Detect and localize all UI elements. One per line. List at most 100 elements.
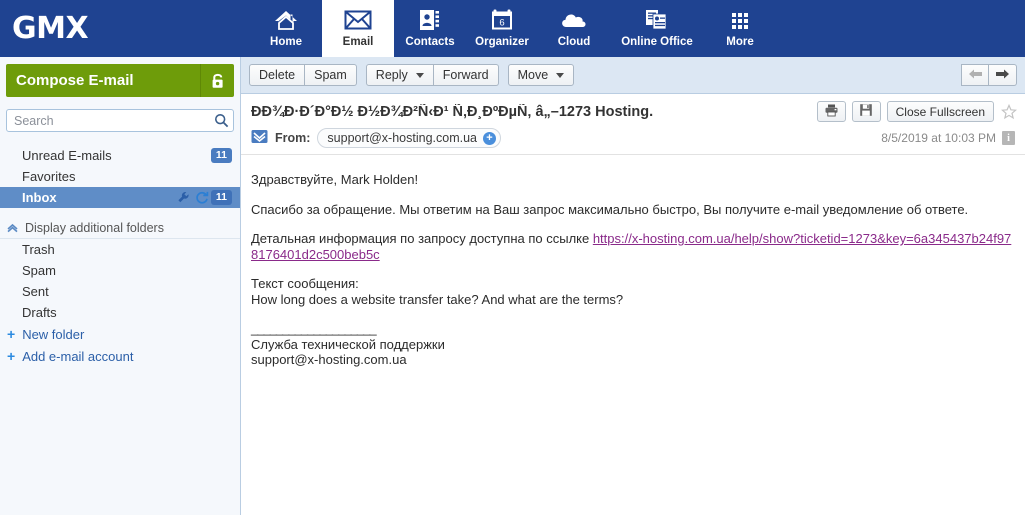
signature-line-1: Служба технической поддержки — [251, 336, 445, 352]
compose-email-button[interactable]: Compose E-mail — [6, 64, 234, 97]
nav-item-cloud[interactable]: Cloud — [538, 0, 610, 57]
add-email-account-button[interactable]: + Add e-mail account — [0, 345, 240, 367]
move-group: Move — [507, 64, 575, 86]
star-outline-icon[interactable] — [1001, 103, 1017, 120]
sidebar-item-trash[interactable]: Trash — [0, 239, 240, 260]
documents-icon — [644, 7, 670, 33]
arrow-right-icon — [995, 68, 1010, 83]
from-address: support@x-hosting.com.ua — [327, 131, 477, 145]
folder-label: Trash — [22, 242, 55, 257]
from-address-pill[interactable]: support@x-hosting.com.ua + — [317, 128, 501, 148]
folder-label: Spam — [22, 263, 56, 278]
nav-label-online-office: Online Office — [621, 36, 693, 48]
delete-spam-group: Delete Spam — [249, 64, 357, 86]
gmx-logo: GMX — [12, 11, 89, 46]
grid-dots-icon — [729, 7, 751, 33]
folder-label: Favorites — [22, 169, 76, 184]
from-label: From: — [275, 131, 311, 145]
sidebar-item-favorites[interactable]: Favorites — [0, 166, 240, 187]
nav-item-contacts[interactable]: Contacts — [394, 0, 466, 57]
svg-text:6: 6 — [499, 18, 504, 29]
folder-label: Unread E-mails — [22, 148, 112, 163]
body-paragraph-2: Детальная информация по запросу доступна… — [251, 231, 1013, 262]
additional-folder-list: Trash Spam Sent Drafts — [0, 239, 240, 323]
save-button[interactable] — [851, 101, 881, 122]
body-message-text: How long does a website transfer take? A… — [251, 291, 624, 307]
logo-area: GMX — [0, 0, 250, 57]
nav-item-organizer[interactable]: 6 Organizer — [466, 0, 538, 57]
floppy-save-icon — [859, 103, 873, 120]
arrow-left-icon — [968, 68, 983, 83]
chevron-down-icon[interactable] — [415, 72, 424, 78]
envelope-open-icon — [251, 129, 268, 147]
lock-icon[interactable] — [200, 64, 234, 97]
nav-item-online-office[interactable]: Online Office — [610, 0, 704, 57]
main-navigation: Home Email Contacts 6 Organizer Cloud On… — [250, 0, 776, 57]
sidebar: Compose E-mail Unread E-mails — [0, 57, 241, 515]
nav-label-organizer: Organizer — [475, 36, 529, 48]
new-folder-button[interactable]: + New folder — [0, 323, 240, 345]
inbox-count-badge: 11 — [210, 190, 232, 205]
search-input[interactable] — [7, 112, 209, 129]
info-icon[interactable]: i — [1002, 131, 1015, 145]
unread-count-badge: 11 — [210, 148, 232, 163]
nav-label-contacts: Contacts — [405, 36, 455, 48]
refresh-icon[interactable] — [193, 191, 211, 205]
chevron-down-icon[interactable] — [556, 72, 565, 78]
sidebar-item-sent[interactable]: Sent — [0, 281, 240, 302]
plus-icon: + — [7, 326, 16, 342]
print-button[interactable] — [816, 101, 846, 122]
move-button[interactable]: Move — [507, 64, 575, 86]
calendar-icon: 6 — [491, 7, 513, 33]
nav-label-more: More — [726, 36, 754, 48]
reply-forward-group: Reply Forward — [365, 64, 499, 86]
new-folder-label: New folder — [22, 326, 85, 342]
envelope-icon — [344, 7, 372, 33]
folder-label: Inbox — [22, 190, 57, 205]
sidebar-item-unread-emails[interactable]: Unread E-mails 11 — [0, 145, 240, 166]
body-paragraph-1: Спасибо за обращение. Мы ответим на Ваш … — [251, 201, 969, 217]
close-fullscreen-button[interactable]: Close Fullscreen — [886, 101, 994, 122]
nav-item-more[interactable]: More — [704, 0, 776, 57]
nav-label-email: Email — [342, 36, 374, 48]
page-title: ÐÐ¾Ð·Ð´Ð°Ð½ Ð½Ð¾Ð²Ñ‹Ð¹ Ñ‚Ð¸ÐºÐµÑ‚ â„–127… — [251, 103, 654, 120]
search-box[interactable] — [6, 109, 234, 132]
app-header: GMX Home Email Contacts 6 Organizer Clou… — [0, 0, 1025, 57]
subject-bar: ÐÐ¾Ð·Ð´Ð°Ð½ Ð½Ð¾Ð²Ñ‹Ð¹ Ñ‚Ð¸ÐºÐµÑ‚ â„–127… — [241, 94, 1025, 126]
nav-item-email[interactable]: Email — [322, 0, 394, 57]
from-bar: From: support@x-hosting.com.ua + 8/5/201… — [241, 126, 1025, 155]
wrench-icon[interactable] — [175, 191, 193, 204]
forward-button[interactable]: Forward — [433, 64, 499, 86]
display-additional-folders-toggle[interactable]: Display additional folders — [0, 217, 240, 239]
nav-label-cloud: Cloud — [557, 36, 591, 48]
plus-icon: + — [7, 348, 16, 364]
compose-email-label: Compose E-mail — [16, 72, 134, 89]
message-date: 8/5/2019 at 10:03 PM — [881, 131, 996, 145]
search-icon[interactable] — [209, 113, 233, 128]
next-message-button[interactable] — [989, 64, 1017, 86]
sidebar-item-drafts[interactable]: Drafts — [0, 302, 240, 323]
sidebar-item-spam[interactable]: Spam — [0, 260, 240, 281]
folder-label: Sent — [22, 284, 49, 299]
body-separator: ____________________ — [251, 321, 377, 336]
delete-button[interactable]: Delete — [249, 64, 306, 86]
folder-label: Drafts — [22, 305, 57, 320]
nav-item-home[interactable]: Home — [250, 0, 322, 57]
spam-button[interactable]: Spam — [305, 64, 357, 86]
cloud-icon — [559, 7, 589, 33]
signature-line-2: support@x-hosting.com.ua — [251, 352, 407, 367]
plus-circle-icon[interactable]: + — [483, 131, 496, 145]
display-additional-folders-label: Display additional folders — [25, 220, 164, 235]
previous-message-button[interactable] — [961, 64, 989, 86]
sidebar-item-inbox[interactable]: Inbox 11 — [0, 187, 240, 208]
reply-label: Reply — [375, 68, 408, 82]
nav-label-home: Home — [270, 36, 302, 48]
folder-list: Unread E-mails 11 Favorites Inbox 11 — [0, 145, 240, 208]
chevron-up-icon — [6, 222, 19, 233]
message-toolbar: Delete Spam Reply Forward Move — [241, 57, 1025, 94]
home-icon — [273, 7, 299, 33]
message-panel: Delete Spam Reply Forward Move ÐÐ¾Ð·Ð´Ð°… — [241, 57, 1025, 515]
reply-button[interactable]: Reply — [365, 64, 434, 86]
printer-icon — [824, 103, 839, 120]
body-greeting: Здравствуйте, Mark Holden! — [251, 172, 419, 187]
